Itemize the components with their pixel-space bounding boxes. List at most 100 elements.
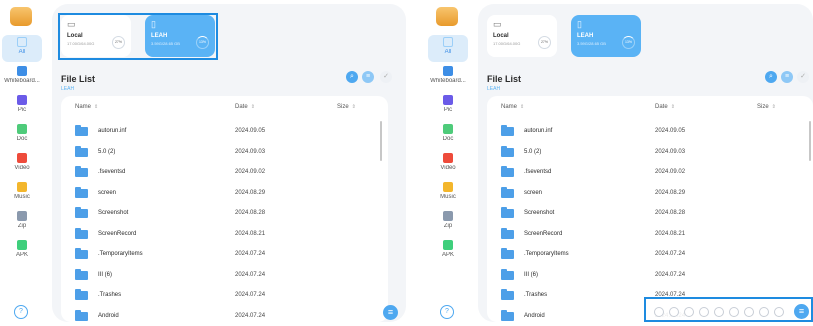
folder-icon bbox=[75, 227, 88, 239]
table-row[interactable]: autorun.inf 2024.09.05 bbox=[487, 124, 813, 144]
file-name: .Trashes bbox=[98, 292, 122, 298]
file-name: Screenshot bbox=[524, 210, 555, 216]
column-header-size[interactable]: Size ⇕ bbox=[757, 104, 776, 110]
file-date: 2024.09.03 bbox=[235, 148, 266, 155]
page-title: File List bbox=[61, 74, 96, 84]
file-table: Name ⇕ Date ⇕ Size ⇕ autorun.inf 2024.09.05 5… bbox=[61, 96, 388, 322]
folder-icon bbox=[501, 248, 514, 259]
search-icon[interactable]: ⌕ bbox=[346, 71, 358, 83]
main-content: ▭ Local 17.00G/64.00G 27% ▯ LEAH 3.59G/2… bbox=[52, 4, 406, 322]
menu-fab[interactable]: ≡ bbox=[794, 304, 809, 319]
table-row[interactable]: Screenshot 2024.08.28 bbox=[61, 206, 388, 226]
table-row[interactable]: screen 2024.08.29 bbox=[487, 186, 813, 206]
file-name: autorun.inf bbox=[524, 128, 553, 134]
usage-ring: 13% bbox=[622, 36, 635, 49]
whiteboard-icon bbox=[443, 66, 453, 76]
file-date: 2024.09.03 bbox=[655, 148, 686, 155]
sidebar-item-doc[interactable]: Doc bbox=[2, 122, 42, 149]
column-header-name[interactable]: Name ⇕ bbox=[501, 104, 524, 110]
sidebar-item-music[interactable]: Music bbox=[428, 180, 468, 207]
usb-icon: ▯ bbox=[577, 19, 582, 29]
sort-icon: ⇕ bbox=[250, 104, 255, 110]
folder-icon bbox=[75, 166, 88, 177]
column-header-date[interactable]: Date ⇕ bbox=[235, 104, 255, 110]
file-date: 2024.09.02 bbox=[235, 169, 266, 175]
storage-card-local[interactable]: ▭ Local 17.00G/64.00G 27% bbox=[487, 15, 557, 57]
toolbar-highlight-box bbox=[644, 297, 813, 322]
folder-icon bbox=[501, 186, 514, 198]
file-manager-panel-left: All Whiteboard... Pic Doc Video Music Zi… bbox=[0, 0, 406, 326]
file-name: .TemporaryItems bbox=[98, 251, 143, 257]
grid-icon bbox=[17, 37, 27, 47]
zip-icon bbox=[17, 211, 27, 221]
page-title: File List bbox=[487, 74, 522, 84]
folder-icon bbox=[501, 125, 514, 136]
view-toggle-icon[interactable]: ≡ bbox=[362, 71, 374, 83]
file-name: .fseventsd bbox=[524, 169, 552, 175]
scrollbar[interactable] bbox=[809, 121, 811, 161]
column-header-date[interactable]: Date ⇕ bbox=[655, 104, 675, 110]
file-date: 2024.08.21 bbox=[655, 230, 686, 237]
document-icon bbox=[17, 124, 27, 134]
sidebar-item-video[interactable]: Video bbox=[2, 151, 42, 178]
file-date: 2024.07.24 bbox=[235, 271, 266, 278]
sidebar-item-all[interactable]: All bbox=[2, 35, 42, 62]
sidebar-item-whiteboard[interactable]: Whiteboard... bbox=[428, 64, 468, 91]
sidebar-item-video[interactable]: Video bbox=[428, 151, 468, 178]
folder-icon bbox=[501, 145, 514, 157]
table-row[interactable]: .fseventsd 2024.09.02 bbox=[61, 165, 388, 185]
music-icon bbox=[443, 182, 453, 192]
sidebar-item-zip[interactable]: Zip bbox=[2, 209, 42, 236]
sort-icon: ⇕ bbox=[520, 104, 525, 110]
file-name: 5.0 (2) bbox=[98, 148, 116, 155]
table-row[interactable]: 5.0 (2) 2024.09.03 bbox=[61, 145, 388, 165]
scrollbar[interactable] bbox=[380, 121, 382, 161]
table-row[interactable]: autorun.inf 2024.09.05 bbox=[61, 124, 388, 144]
file-name: Android bbox=[98, 312, 119, 319]
file-date: 2024.07.24 bbox=[235, 312, 266, 319]
sidebar-item-all[interactable]: All bbox=[428, 35, 468, 62]
help-icon[interactable]: ? bbox=[14, 305, 28, 319]
storage-highlight-box bbox=[58, 13, 218, 60]
file-date: 2024.07.24 bbox=[235, 251, 266, 257]
table-row[interactable]: III (6) 2024.07.24 bbox=[487, 268, 813, 288]
menu-fab[interactable]: ≡ bbox=[383, 305, 398, 320]
breadcrumb[interactable]: LEAH bbox=[487, 86, 500, 92]
sidebar-item-zip[interactable]: Zip bbox=[428, 209, 468, 236]
view-toggle-icon[interactable]: ≡ bbox=[781, 71, 793, 83]
folder-icon bbox=[75, 309, 88, 321]
sidebar-item-apk[interactable]: APK bbox=[428, 238, 468, 265]
help-icon[interactable]: ? bbox=[440, 305, 454, 319]
table-row[interactable]: Screenshot 2024.08.28 bbox=[487, 206, 813, 226]
folder-icon bbox=[75, 248, 88, 259]
sidebar-item-pic[interactable]: Pic bbox=[428, 93, 468, 120]
table-row[interactable]: ScreenRecord 2024.08.21 bbox=[61, 227, 388, 247]
column-header-name[interactable]: Name ⇕ bbox=[75, 104, 98, 110]
select-icon[interactable]: ✓ bbox=[797, 71, 809, 83]
table-row[interactable]: Android 2024.07.24 bbox=[61, 309, 388, 323]
file-date: 2024.09.02 bbox=[655, 169, 686, 175]
storage-card-usb[interactable]: ▯ LEAH 3.59G/28.65 GB 13% bbox=[571, 15, 641, 57]
table-row[interactable]: ScreenRecord 2024.08.21 bbox=[487, 227, 813, 247]
folder-icon bbox=[75, 145, 88, 157]
table-row[interactable]: 5.0 (2) 2024.09.03 bbox=[487, 145, 813, 165]
file-date: 2024.08.28 bbox=[655, 210, 686, 216]
file-date: 2024.07.24 bbox=[235, 292, 266, 298]
picture-icon bbox=[443, 95, 453, 105]
search-icon[interactable]: ⌕ bbox=[765, 71, 777, 83]
table-row[interactable]: screen 2024.08.29 bbox=[61, 186, 388, 206]
sidebar-item-music[interactable]: Music bbox=[2, 180, 42, 207]
select-icon[interactable]: ✓ bbox=[380, 71, 392, 83]
table-row[interactable]: .TemporaryItems 2024.07.24 bbox=[61, 247, 388, 267]
table-row[interactable]: .TemporaryItems 2024.07.24 bbox=[487, 247, 813, 267]
table-row[interactable]: .fseventsd 2024.09.02 bbox=[487, 165, 813, 185]
sidebar-item-doc[interactable]: Doc bbox=[428, 122, 468, 149]
sidebar-item-whiteboard[interactable]: Whiteboard... bbox=[2, 64, 42, 91]
sidebar-item-apk[interactable]: APK bbox=[2, 238, 42, 265]
table-row[interactable]: III (6) 2024.07.24 bbox=[61, 268, 388, 288]
column-header-size[interactable]: Size ⇕ bbox=[337, 104, 356, 110]
table-row[interactable]: .Trashes 2024.07.24 bbox=[61, 288, 388, 308]
breadcrumb[interactable]: LEAH bbox=[61, 86, 74, 92]
folder-icon bbox=[501, 289, 514, 300]
sidebar-item-pic[interactable]: Pic bbox=[2, 93, 42, 120]
